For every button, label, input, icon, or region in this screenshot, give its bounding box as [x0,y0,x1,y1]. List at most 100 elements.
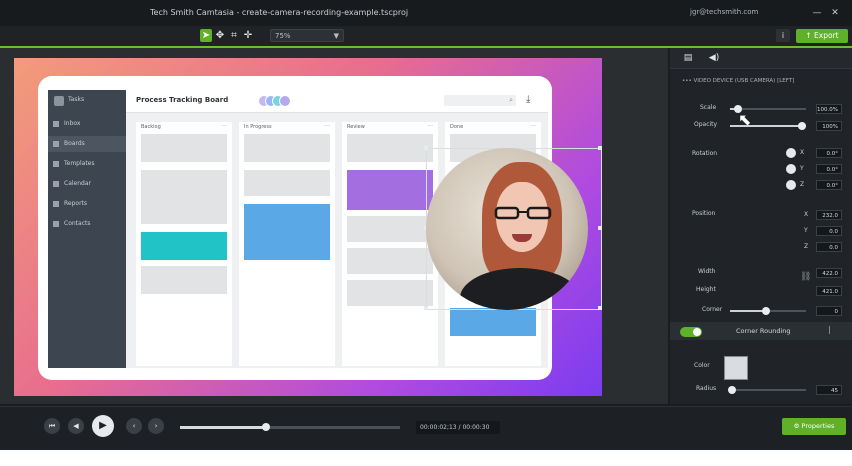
previous-frame-icon[interactable]: ‹ [126,418,142,434]
opacity-slider-knob[interactable] [798,122,806,130]
account-name[interactable]: jgr@techsmith.com [690,8,758,16]
next-frame-icon[interactable]: › [148,418,164,434]
rotate-y-dial-icon[interactable] [786,164,796,174]
info-button[interactable]: i [776,29,790,42]
resize-handle[interactable] [598,306,602,310]
task-card [450,308,536,336]
zoom-select[interactable]: 75% ▼ [270,29,344,42]
section-title: Corner Rounding [736,327,791,335]
rotate-x-dial-icon[interactable] [786,148,796,158]
nav-item-label: Inbox [64,120,81,127]
timecode: 00:00:02;13 / 00:00:30 [416,421,500,434]
pan-tool-icon[interactable]: ✛ [242,29,254,42]
rotation-label: Rotation [692,150,718,157]
nav-item: Inbox [48,116,126,132]
board-title: Process Tracking Board [136,96,229,104]
position-x-value[interactable]: 232.0 [816,210,842,220]
corner-rounding-toggle[interactable] [680,327,702,337]
resize-handle[interactable] [424,306,428,310]
resize-handle[interactable] [598,226,602,230]
nav-item: Boards [48,136,126,152]
task-card [141,134,227,162]
task-card [244,170,330,196]
crop-tool-icon[interactable]: ⌗ [228,29,240,42]
scale-value[interactable]: 100.0% [816,104,842,114]
corner-value[interactable]: 0 [816,306,842,316]
skip-back-icon[interactable]: ⏮ [44,418,60,434]
nav-item: Calendar [48,176,126,192]
audio-properties-icon[interactable]: ◀) [704,52,724,64]
app-logo-text: Tasks [68,96,85,103]
board-icon [53,141,59,147]
link-aspect-icon[interactable]: ⛓ [800,272,811,282]
window-title: Tech Smith Camtasia - create-camera-reco… [150,8,409,17]
column-title: In Progress [244,124,272,130]
inbox-icon [53,121,59,127]
axis-z-label: Z [800,181,805,188]
width-value[interactable]: 422.0 [816,268,842,278]
nav-item: Reports [48,196,126,212]
hand-tool-icon[interactable]: ✥ [214,29,226,42]
resize-handle[interactable] [598,146,602,150]
toolbar [0,26,852,48]
properties-button[interactable]: ⚙ Properties [782,418,846,435]
radius-label: Radius [696,385,717,392]
task-card [141,232,227,260]
collapse-icon[interactable]: | [828,325,831,334]
nav-item-label: Calendar [64,180,91,187]
opacity-value[interactable]: 100% [816,121,842,131]
close-button[interactable]: ✕ [828,6,842,20]
height-label: Height [696,286,716,293]
zoom-value: 75% [275,32,291,40]
nav-item-label: Boards [64,140,85,147]
board-column: Backlog ··· [136,122,232,366]
column-title: Review [347,124,365,130]
minimize-button[interactable]: — [810,6,824,20]
board-column: Review ··· [342,122,438,366]
corner-slider-knob[interactable] [762,307,770,315]
task-card [347,216,433,242]
task-card [141,266,227,294]
rotate-z-dial-icon[interactable] [786,180,796,190]
board-header: Process Tracking Board ⌕ ⤓ [126,90,548,113]
axis-z-label: Z [804,243,809,250]
radius-value[interactable]: 45 [816,385,842,395]
arrow-tool-icon[interactable]: ➤ [200,29,212,42]
app-sidebar: Tasks Inbox Boards Templates Calendar Re… [48,90,126,368]
webcam-video[interactable] [426,148,588,310]
playback-progress [180,426,266,429]
scale-label: Scale [700,104,717,111]
calendar-icon [53,181,59,187]
position-y-value[interactable]: 0.0 [816,226,842,236]
height-value[interactable]: 421.0 [816,286,842,296]
axis-y-label: Y [804,227,808,234]
resize-handle[interactable] [424,146,428,150]
step-back-icon[interactable]: ◀ [68,418,84,434]
axis-x-label: X [804,211,809,218]
app-logo [54,96,64,106]
nav-item: Templates [48,156,126,172]
media-breadcrumb: ••• VIDEO DEVICE (USB CAMERA) [LEFT] [682,78,795,84]
corner-label: Corner [702,306,723,313]
rotation-z-value[interactable]: 0.0° [816,180,842,190]
task-card [347,248,433,274]
task-card [141,170,227,224]
mouse-cursor-icon: ⬉ [466,82,477,97]
radius-slider[interactable] [730,389,806,391]
playhead-knob[interactable] [261,423,270,431]
nav-item: Contacts [48,216,126,232]
nav-item-label: Contacts [64,220,91,227]
play-button[interactable]: ▶ [92,415,114,437]
rotation-x-value[interactable]: 0.0° [816,148,842,158]
playhead-scrubber[interactable] [180,423,400,431]
rotation-y-value[interactable]: 0.0° [816,164,842,174]
visual-properties-icon[interactable]: ▤ [678,52,698,64]
mouse-cursor-icon: ⬉ [738,110,752,129]
color-swatch[interactable] [724,356,748,380]
radius-slider-knob[interactable] [728,386,736,394]
more-icon: ··· [427,123,433,130]
axis-y-label: Y [800,165,804,172]
width-label: Width [698,268,716,275]
export-button[interactable]: ↑ Export [796,29,848,43]
position-z-value[interactable]: 0.0 [816,242,842,252]
